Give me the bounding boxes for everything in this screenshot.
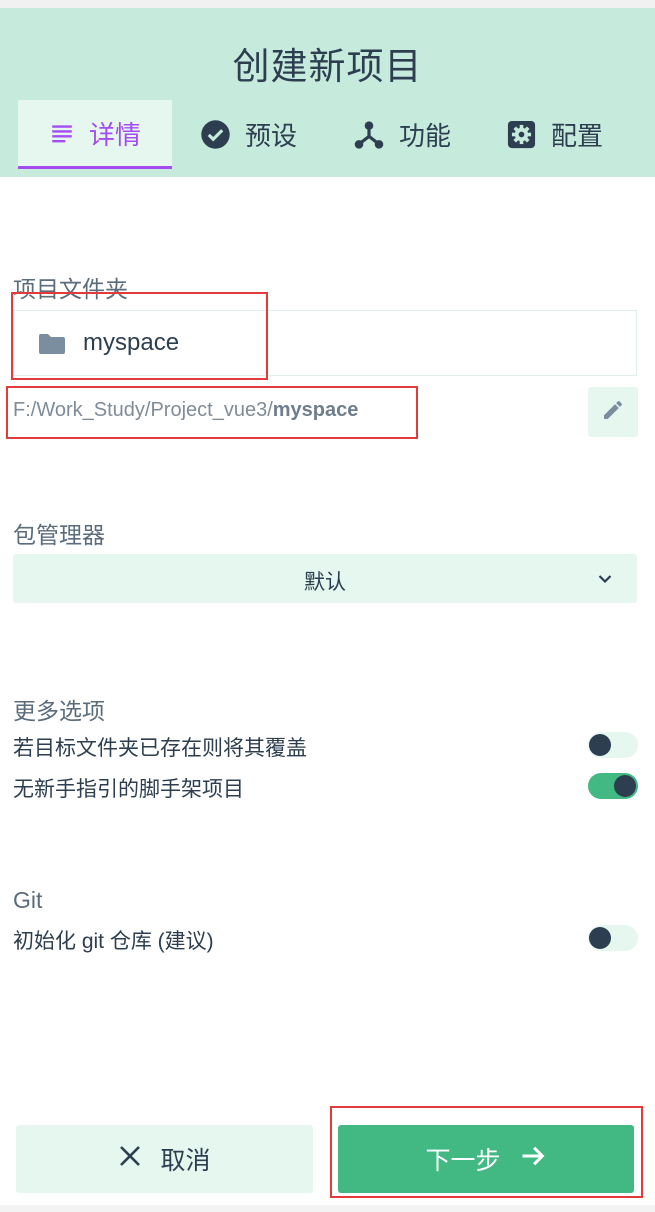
tab-config[interactable]: 配置 [506, 100, 603, 169]
close-icon [118, 1144, 142, 1175]
toggle-knob [614, 775, 636, 797]
tab-label: 预设 [245, 121, 298, 151]
tab-features[interactable]: 功能 [353, 100, 451, 169]
bottom-strip [0, 1205, 655, 1212]
option-label: 初始化 git 仓库 (建议) [13, 930, 214, 953]
tab-label: 详情 [88, 119, 141, 150]
option-label: 若目标文件夹已存在则将其覆盖 [13, 737, 307, 760]
highlight-project-path [6, 386, 418, 439]
tab-label: 功能 [399, 121, 452, 151]
list-icon [49, 120, 75, 146]
page-title: 创建新项目 [232, 46, 423, 87]
option-overwrite: 若目标文件夹已存在则将其覆盖 [13, 730, 638, 762]
top-strip [0, 0, 655, 8]
settings-icon [506, 119, 537, 150]
toggle-knob [589, 734, 611, 756]
git-init-toggle[interactable] [588, 925, 638, 951]
chevron-down-icon [597, 571, 613, 592]
overwrite-toggle[interactable] [588, 732, 638, 758]
pencil-icon [601, 398, 625, 427]
package-manager-select[interactable]: 默认 [13, 554, 637, 603]
tab-label: 配置 [551, 121, 604, 151]
cancel-button[interactable]: 取消 [16, 1125, 313, 1193]
highlight-next-button [330, 1106, 643, 1198]
highlight-folder-name [11, 292, 268, 380]
tab-presets[interactable]: 预设 [200, 100, 297, 169]
more-options-label: 更多选项 [13, 698, 105, 724]
tab-details[interactable]: 详情 [18, 100, 172, 169]
option-label: 无新手指引的脚手架项目 [13, 778, 244, 801]
wizard-tabs: 详情 预设 功能 配置 [18, 100, 638, 169]
toggle-knob [589, 927, 611, 949]
edit-path-button[interactable] [588, 387, 638, 437]
package-manager-value: 默认 [304, 571, 346, 594]
check-circle-icon [200, 119, 231, 150]
option-git-init: 初始化 git 仓库 (建议) [13, 923, 638, 955]
cancel-label: 取消 [160, 1147, 211, 1175]
no-guide-toggle[interactable] [588, 773, 638, 799]
merge-type-icon [353, 119, 385, 151]
package-manager-label: 包管理器 [13, 522, 105, 548]
git-label: Git [13, 887, 43, 913]
option-no-guide: 无新手指引的脚手架项目 [13, 771, 638, 803]
